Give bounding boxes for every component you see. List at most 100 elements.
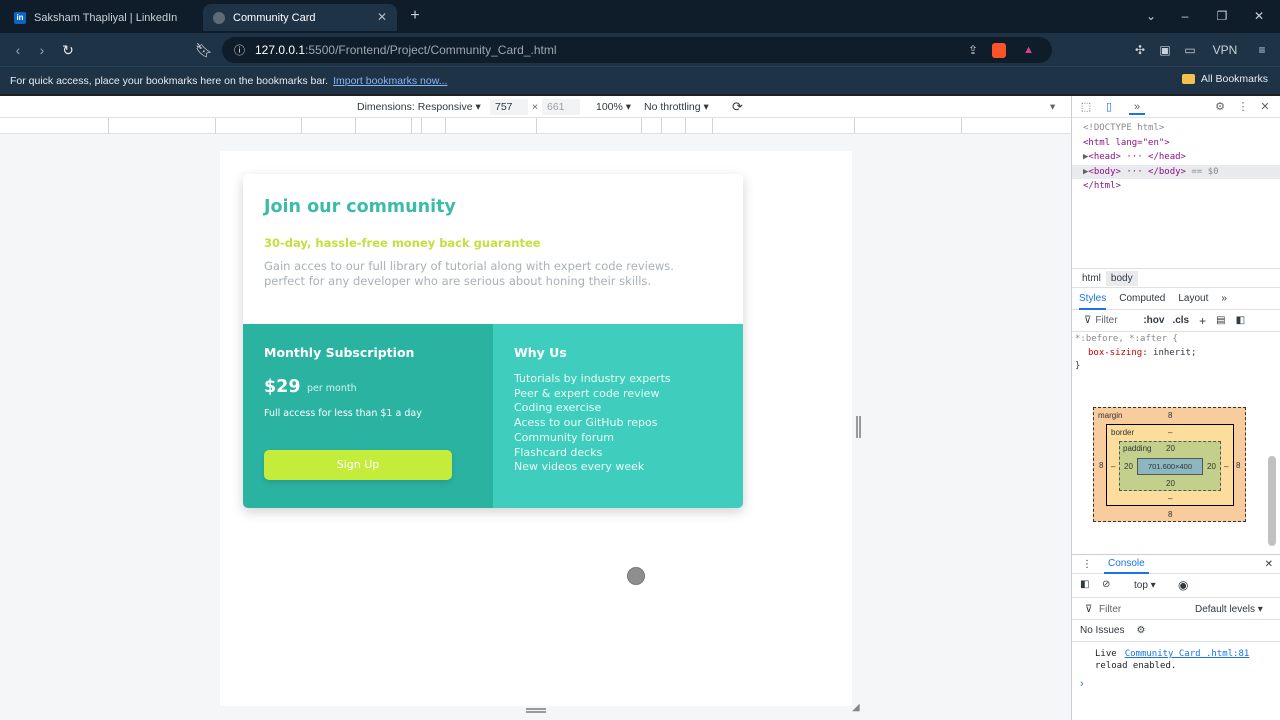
breadcrumb-body[interactable]: body [1105, 270, 1138, 286]
more-tabs-icon[interactable]: » [1129, 99, 1145, 115]
rule-declaration[interactable]: box-sizing: inherit; [1075, 347, 1275, 361]
tab-search-icon[interactable]: ⌄ [1141, 7, 1161, 25]
close-drawer-icon[interactable]: ✕ [1265, 559, 1273, 570]
issues-bar: No Issues ⚙ [1072, 620, 1280, 642]
card-description: Gain acces to our full library of tutori… [264, 259, 674, 288]
context-dropdown[interactable]: top ▾ [1134, 580, 1156, 591]
list-item: Coding exercise [514, 401, 602, 415]
tab-linkedin[interactable]: in Saksham Thapliyal | LinkedIn [4, 4, 198, 31]
margin-right: 8 [1236, 461, 1241, 470]
share-icon[interactable]: ⇪ [968, 43, 978, 57]
all-bookmarks-label: All Bookmarks [1200, 73, 1268, 85]
import-bookmarks-link[interactable]: Import bookmarks now... [333, 75, 447, 87]
back-button[interactable]: ‹ [7, 39, 29, 61]
brave-rewards-icon[interactable]: ▲ [1023, 44, 1034, 56]
resize-handle-corner[interactable]: ◢ [852, 703, 862, 713]
card-header-section: Join our community 30-day, hassle-free m… [243, 174, 743, 324]
paint-icon[interactable]: ▤ [1216, 315, 1225, 326]
dom-html-open[interactable]: <html lang="en"> [1083, 136, 1280, 151]
dimensions-dropdown[interactable]: Dimensions: Responsive ▾ [357, 101, 481, 113]
site-info-icon[interactable]: ⓘ [234, 42, 245, 58]
margin-top: 8 [1168, 411, 1173, 420]
sidebar-toggle-icon[interactable]: ◧ [1236, 315, 1245, 326]
log-source-link[interactable]: Community_Card_.html:81 [1125, 649, 1250, 659]
add-rule-icon[interactable]: + [1199, 314, 1206, 328]
clear-console-icon[interactable]: ⊘ [1102, 579, 1110, 590]
log-levels-dropdown[interactable]: Default levels ▾ [1195, 604, 1263, 615]
tab-community-card[interactable]: Community Card ✕ [203, 4, 397, 31]
sidebar-icon[interactable]: ▣ [1156, 41, 1174, 59]
list-item: New videos every week [514, 460, 645, 474]
devtools-panel: ⬚ ▯ » ⚙ ⋮ ✕ <!DOCTYPE html> <html lang="… [1071, 96, 1280, 720]
device-toggle-icon[interactable]: ▯ [1101, 99, 1117, 115]
devtools-toolbar: ⬚ ▯ » ⚙ ⋮ ✕ [1072, 96, 1280, 118]
tab-styles[interactable]: Styles [1079, 293, 1107, 310]
maximize-button[interactable]: ❐ [1212, 7, 1232, 25]
close-window-button[interactable]: ✕ [1249, 7, 1269, 25]
dom-head-node[interactable]: ▶<head> ··· </head> [1083, 150, 1280, 165]
breadcrumb-html[interactable]: html [1077, 271, 1106, 286]
padding-bottom: 20 [1166, 479, 1175, 488]
more-options-icon[interactable]: ▾ [1050, 101, 1055, 113]
border-right: – [1224, 462, 1229, 471]
dom-tree: <!DOCTYPE html> <html lang="en"> ▶<head>… [1072, 118, 1280, 268]
why-us-list: Tutorials by industry experts Peer & exp… [514, 372, 671, 475]
settings-icon[interactable]: ⚙ [1212, 99, 1228, 115]
emulated-canvas: Join our community 30-day, hassle-free m… [0, 134, 1071, 720]
address-bar[interactable]: ⓘ 127.0.0.1 :5500/Frontend/Project/Commu… [222, 37, 1052, 63]
gear-icon[interactable]: ⚙ [1136, 625, 1145, 636]
live-expression-icon[interactable]: ◉ [1178, 578, 1188, 592]
all-bookmarks-button[interactable]: All Bookmarks [1181, 73, 1268, 85]
sign-up-button[interactable]: Sign Up [264, 450, 452, 480]
rotate-icon[interactable]: ⟳ [732, 99, 743, 115]
new-tab-button[interactable]: + [405, 6, 425, 26]
throttling-dropdown[interactable]: No throttling ▾ [644, 101, 709, 113]
more-tabs-icon[interactable]: » [1221, 293, 1227, 304]
list-item: Acess to our GitHub repos [514, 416, 658, 430]
inspect-icon[interactable]: ⬚ [1078, 99, 1094, 115]
height-input[interactable]: 661 [542, 99, 580, 115]
dom-body-node[interactable]: ▶<body> ··· </body> == $0 [1072, 164, 1280, 179]
wallet-icon[interactable]: ▭ [1181, 41, 1199, 59]
bookmark-icon[interactable]: 🔖︎ [193, 39, 215, 61]
hov-toggle[interactable]: :hov [1143, 315, 1164, 326]
vpn-button[interactable]: VPN [1206, 41, 1244, 59]
padding-label: padding [1123, 444, 1152, 453]
close-devtools-icon[interactable]: ✕ [1257, 99, 1273, 115]
extensions-icon[interactable]: ✣ [1131, 41, 1149, 59]
brave-shields-icon[interactable] [992, 42, 1006, 58]
console-filter-input[interactable]: Filter [1099, 604, 1121, 615]
minimize-button[interactable]: – [1175, 7, 1195, 25]
console-sidebar-icon[interactable]: ◧ [1080, 579, 1089, 590]
tab-console[interactable]: Console [1104, 555, 1149, 574]
rule-selector: *:before, *:after { [1075, 334, 1178, 344]
styles-scrollbar[interactable] [1268, 456, 1276, 546]
forward-button[interactable]: › [31, 39, 53, 61]
style-rule: *:before, *:after { box-sizing: inherit;… [1075, 333, 1275, 374]
styles-filter-input[interactable]: Filter [1095, 315, 1143, 326]
list-item: Flashcard decks [514, 445, 603, 459]
menu-icon[interactable]: ≡ [1253, 41, 1271, 59]
linkedin-icon: in [14, 11, 26, 24]
media-query-ruler [0, 118, 1071, 134]
tab-layout[interactable]: Layout [1178, 293, 1208, 304]
kebab-menu-icon[interactable]: ⋮ [1235, 99, 1251, 115]
tab-computed[interactable]: Computed [1119, 293, 1165, 304]
cls-toggle[interactable]: .cls [1172, 315, 1189, 326]
list-item: Peer & expert code review [514, 386, 660, 400]
log-text-2: reload enabled. [1095, 661, 1177, 671]
log-text: Live [1095, 649, 1117, 659]
resize-handle-bottom[interactable] [526, 708, 546, 713]
why-us-section: Why Us Tutorials by industry experts Pee… [493, 324, 743, 508]
reload-button[interactable]: ↻ [57, 39, 79, 61]
bookmarks-bar: For quick access, place your bookmarks h… [0, 66, 1280, 94]
width-input[interactable]: 757 [490, 99, 528, 115]
url-host: 127.0.0.1 [255, 43, 306, 57]
drawer-menu-icon[interactable]: ⋮ [1082, 559, 1092, 570]
content-box: 701.600×400 [1137, 458, 1203, 475]
dimension-separator: × [532, 101, 539, 113]
resize-handle-right[interactable] [856, 416, 861, 438]
close-tab-icon[interactable]: ✕ [377, 10, 387, 24]
console-prompt-icon[interactable]: › [1080, 678, 1084, 690]
zoom-dropdown[interactable]: 100% ▾ [596, 101, 631, 113]
